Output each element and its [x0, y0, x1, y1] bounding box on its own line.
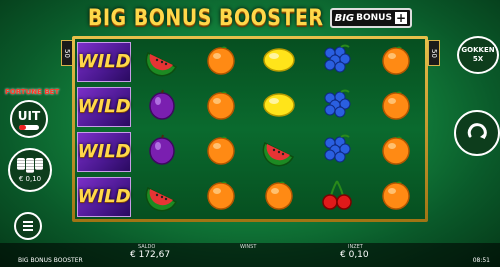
reel-cell — [133, 174, 191, 219]
game-name-footer: BIG BONUS BOOSTER — [18, 257, 83, 264]
reel-cell — [250, 129, 308, 174]
grapes-icon — [321, 88, 353, 126]
bet-value: € 0,10 — [18, 174, 42, 183]
reel-cell — [250, 174, 308, 219]
grapes-icon — [321, 133, 353, 171]
reel-cell — [250, 39, 308, 84]
reel-cell — [133, 39, 191, 84]
wild-label: WILD — [77, 51, 131, 72]
menu-button[interactable] — [14, 212, 42, 240]
toggle-switch-icon — [19, 124, 39, 130]
reel-cell — [367, 174, 425, 219]
game-title: BIG BONUS BOOSTER — [88, 5, 324, 31]
badge-plus-icon: + — [394, 11, 407, 25]
saldo-value: € 172,67 — [130, 250, 171, 260]
fortune-bet-toggle[interactable]: UIT — [10, 100, 48, 138]
plum-icon — [146, 89, 178, 125]
reel-cell — [192, 129, 250, 174]
reel-cell: WILD — [75, 39, 133, 84]
orange-icon — [205, 179, 237, 215]
reel-cell: WILD — [75, 174, 133, 219]
reel-cell: WILD — [75, 84, 133, 129]
badge-big-text: BIG — [334, 12, 355, 24]
reel-cell — [308, 129, 366, 174]
inzet-value: € 0,10 — [340, 250, 369, 260]
gamble-button[interactable]: GOKKEN 5X — [457, 36, 499, 74]
game-title-banner: BIG BONUS BOOSTER BIG BONUS + — [0, 2, 500, 34]
wild-label: WILD — [77, 96, 131, 117]
reel-cell — [367, 39, 425, 84]
cherries-icon — [320, 178, 354, 216]
watermelon-icon — [145, 43, 179, 81]
reels-frame: WILD WILD WILD WILD — [72, 36, 428, 222]
reel-cell — [308, 84, 366, 129]
wild-label: WILD — [77, 141, 131, 162]
wild-symbol: WILD — [77, 86, 132, 127]
reel-cell: WILD — [75, 129, 133, 174]
wild-symbol: WILD — [77, 176, 132, 217]
reel-cell — [133, 84, 191, 129]
grapes-icon — [321, 43, 353, 81]
winst-label: WINST — [240, 244, 257, 250]
badge-bonus-text: BONUS — [356, 13, 392, 23]
reel-cell — [308, 174, 366, 219]
reel-cell — [367, 129, 425, 174]
orange-icon — [205, 89, 237, 125]
fortune-bet-label: FORTUNE BET — [5, 88, 60, 96]
reel-cell — [192, 174, 250, 219]
orange-icon — [380, 44, 412, 80]
reel-cell — [192, 39, 250, 84]
spin-button[interactable] — [454, 110, 500, 156]
lemon-icon — [262, 90, 296, 124]
lemon-icon — [262, 45, 296, 79]
paylines-indicator-right: 50 — [428, 40, 440, 66]
plum-icon — [146, 134, 178, 170]
orange-icon — [380, 179, 412, 215]
reel-cell — [250, 84, 308, 129]
orange-icon — [205, 44, 237, 80]
orange-icon — [380, 89, 412, 125]
wild-symbol: WILD — [77, 41, 132, 82]
reel-cell — [367, 84, 425, 129]
fortune-bet-state: UIT — [17, 108, 41, 123]
spin-arrow-icon — [467, 123, 487, 139]
reel-cell — [133, 129, 191, 174]
reel-cell — [308, 39, 366, 84]
reels-grid: WILD WILD WILD WILD — [75, 39, 425, 219]
reel-cell — [192, 84, 250, 129]
bet-selector-button[interactable]: € 0,10 — [8, 148, 52, 192]
wild-symbol: WILD — [77, 131, 132, 172]
wild-label: WILD — [77, 186, 131, 207]
orange-icon — [205, 134, 237, 170]
gamble-label: GOKKEN — [461, 46, 495, 54]
orange-icon — [263, 179, 295, 215]
watermelon-icon — [145, 178, 179, 216]
gamble-count: 5X — [472, 55, 484, 63]
big-bonus-plus-badge: BIG BONUS + — [329, 8, 412, 28]
orange-icon — [380, 134, 412, 170]
watermelon-icon — [262, 133, 296, 171]
coin-stack-icon — [17, 157, 43, 173]
hamburger-icon — [23, 221, 33, 223]
clock: 08:51 — [472, 257, 490, 264]
